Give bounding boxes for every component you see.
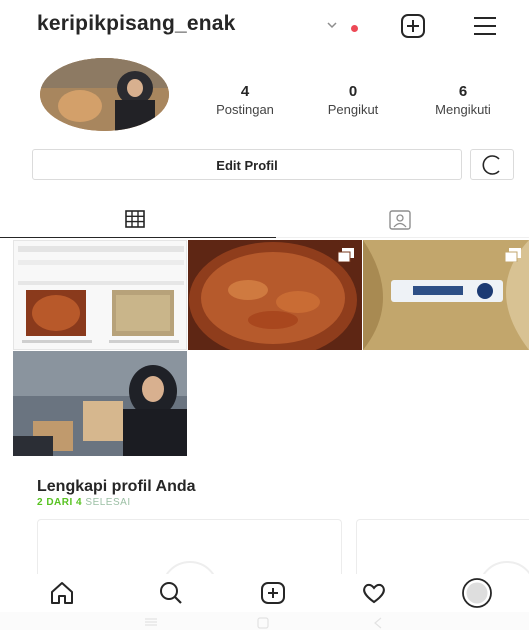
profile-step-card[interactable]	[356, 519, 529, 575]
notification-dot	[351, 25, 358, 32]
profile-step-icon	[482, 561, 529, 575]
post-thumbnail[interactable]	[13, 351, 187, 456]
back-icon[interactable]	[372, 617, 384, 629]
tab-tagged[interactable]	[276, 203, 529, 238]
home-icon[interactable]	[47, 578, 77, 608]
profile-avatar[interactable]	[40, 58, 169, 131]
following-count: 6	[458, 83, 468, 100]
profile-step-card[interactable]	[37, 519, 342, 575]
complete-profile-title: Lengkapi profil Anda	[37, 478, 196, 495]
new-post-icon[interactable]	[400, 13, 426, 39]
new-post-icon[interactable]	[258, 578, 288, 608]
discover-people-icon	[482, 155, 500, 175]
posts-count: 4	[240, 83, 250, 100]
progress-status: SELESAI	[85, 497, 131, 508]
multiple-photos-icon	[338, 248, 354, 262]
followers-label: Pengikut	[327, 102, 379, 117]
grid-icon	[125, 210, 145, 228]
discover-people-button[interactable]	[470, 149, 514, 180]
heart-icon[interactable]	[359, 578, 389, 608]
complete-profile-progress: 2 DARI 4 SELESAI	[37, 497, 131, 508]
recent-apps-icon[interactable]	[143, 617, 159, 627]
multiple-photos-icon	[505, 248, 521, 262]
profile-step-icon	[165, 561, 215, 575]
edit-profile-button[interactable]: Edit Profil	[32, 149, 462, 180]
post-thumbnail[interactable]	[188, 240, 362, 350]
profile-username[interactable]: keripikpisang_enak	[37, 12, 236, 36]
home-button-icon[interactable]	[256, 617, 270, 629]
profile-avatar-icon[interactable]	[461, 577, 493, 609]
post-thumbnail[interactable]	[363, 240, 529, 350]
menu-icon[interactable]	[472, 14, 498, 38]
stat-followers[interactable]: 0 Pengikut	[310, 83, 396, 117]
chevron-down-icon[interactable]	[325, 18, 339, 32]
posts-label: Postingan	[216, 102, 274, 117]
progress-done: 2 DARI 4	[37, 497, 83, 508]
search-icon[interactable]	[156, 578, 186, 608]
stat-following[interactable]: 6 Mengikuti	[413, 83, 513, 117]
followers-count: 0	[348, 83, 358, 100]
stat-posts[interactable]: 4 Postingan	[197, 83, 293, 117]
tagged-icon	[389, 210, 411, 230]
tab-posts-grid[interactable]	[0, 203, 276, 238]
post-thumbnail[interactable]	[13, 240, 187, 350]
following-label: Mengikuti	[435, 102, 491, 117]
